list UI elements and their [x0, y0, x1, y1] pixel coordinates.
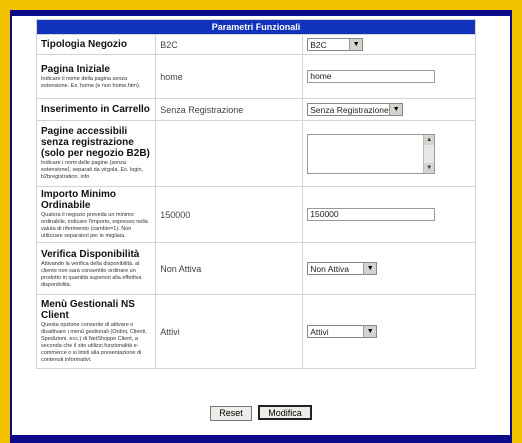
- table-row: Verifica Disponibilità Attivando la verif…: [35, 242, 476, 295]
- row-label: Pagine accessibili senza registrazione (…: [41, 126, 150, 159]
- row-description: Questa opzione consente di attivare o di…: [41, 322, 147, 363]
- tipologia-select[interactable]: B2C ▼: [307, 38, 364, 51]
- bottom-bar: [10, 435, 512, 443]
- menu-gestionali-select[interactable]: Attivi ▼: [307, 325, 378, 338]
- importo-minimo-input[interactable]: 150000: [307, 208, 436, 221]
- verifica-select[interactable]: Non Attiva ▼: [307, 262, 378, 275]
- row-description: Indicare i nomi delle pagine (senza este…: [41, 160, 144, 180]
- row-label: Verifica Disponibilità: [41, 248, 140, 260]
- pagine-accessibili-textarea[interactable]: ▲ ▼: [307, 133, 436, 174]
- chevron-down-icon: ▼: [349, 39, 363, 50]
- row-value: Attivi: [155, 294, 304, 369]
- table-row: Pagina Iniziale Indicare il nome della pa…: [35, 54, 476, 99]
- row-value: B2C: [155, 34, 304, 55]
- row-value: 150000: [155, 186, 304, 243]
- table-row: Importo Minimo Ordinabile Qualora il nego…: [35, 186, 476, 243]
- row-label: Pagina Iniziale: [41, 63, 110, 75]
- scroll-up-icon[interactable]: ▲: [424, 134, 435, 145]
- row-label: Inserimento in Carrello: [41, 104, 150, 115]
- chevron-down-icon: ▼: [363, 263, 377, 274]
- modifica-button[interactable]: Modifica: [258, 405, 312, 420]
- row-description: Indicare il nome della pagina senza este…: [41, 75, 141, 89]
- row-label: Menù Gestionali NS Client: [41, 299, 135, 321]
- row-value: Senza Registrazione: [155, 98, 304, 121]
- row-label: Tipologia Negozio: [41, 39, 127, 50]
- table-header: Parametri Funzionali: [36, 19, 476, 35]
- form-buttons: Reset Modifica: [0, 403, 522, 421]
- chevron-down-icon: ▼: [389, 104, 403, 115]
- table-row: Inserimento in Carrello Senza Registrazi…: [35, 98, 476, 121]
- chevron-down-icon: ▼: [363, 326, 377, 337]
- table-row: Menù Gestionali NS Client Questa opzione …: [35, 294, 476, 369]
- scroll-down-icon[interactable]: ▼: [424, 162, 435, 173]
- table-row: Tipologia Negozio B2C B2C ▼: [35, 34, 476, 55]
- reset-button[interactable]: Reset: [210, 406, 252, 421]
- pagina-iniziale-input[interactable]: home: [307, 70, 436, 83]
- carrello-select[interactable]: Senza Registrazione ▼: [307, 103, 404, 116]
- row-value: home: [155, 54, 304, 99]
- row-label: Importo Minimo Ordinabile: [41, 189, 116, 211]
- table-row: Pagine accessibili senza registrazione (…: [35, 120, 476, 187]
- row-description: Qualora il negozio preveda un minimo ord…: [41, 212, 148, 239]
- params-table: Parametri Funzionali Tipologia Negozio B…: [35, 19, 476, 369]
- row-value: Non Attiva: [155, 242, 304, 295]
- row-description: Attivando la verifica della disponibilit…: [41, 260, 142, 288]
- row-value: [155, 120, 304, 187]
